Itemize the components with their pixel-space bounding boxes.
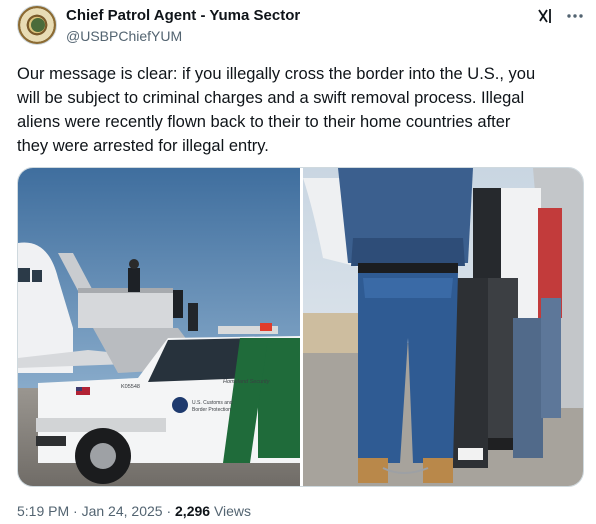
photo-detainees-line: [303, 168, 583, 486]
tweet-metadata: 5:19 PM · Jan 24, 2025 · 2,296 Views: [17, 503, 251, 519]
author-display-name[interactable]: Chief Patrol Agent - Yuma Sector: [66, 7, 300, 24]
truck-door-text-2: U.S. Customs and: [192, 400, 233, 406]
views-count[interactable]: 2,296: [175, 503, 210, 519]
separator: ·: [166, 503, 172, 519]
tweet-photo-1[interactable]: K05548 Homeland Security U.S. Customs an…: [18, 168, 300, 486]
photo-airport-truck: K05548 Homeland Security U.S. Customs an…: [18, 168, 300, 486]
grok-icon[interactable]: [536, 7, 554, 25]
tweet-time[interactable]: 5:19 PM: [17, 503, 69, 519]
tweet-card: Chief Patrol Agent - Yuma Sector @USBPCh…: [0, 0, 596, 524]
agency-seal-icon: [31, 18, 45, 32]
truck-door-text-1: Homeland Security: [223, 379, 271, 385]
truck-door-text-3: Border Protection: [192, 407, 231, 413]
truck-unit-number: K05548: [121, 384, 140, 390]
author-avatar[interactable]: [17, 5, 57, 45]
views-label: Views: [213, 503, 252, 519]
author-handle[interactable]: @USBPChiefYUM: [66, 28, 182, 44]
tweet-media: K05548 Homeland Security U.S. Customs an…: [17, 167, 584, 487]
tweet-date[interactable]: Jan 24, 2025: [82, 503, 163, 519]
tweet-text: Our message is clear: if you illegally c…: [17, 65, 536, 155]
more-options-icon[interactable]: [564, 6, 586, 26]
separator: ·: [73, 503, 78, 519]
tweet-photo-2[interactable]: [303, 168, 583, 486]
